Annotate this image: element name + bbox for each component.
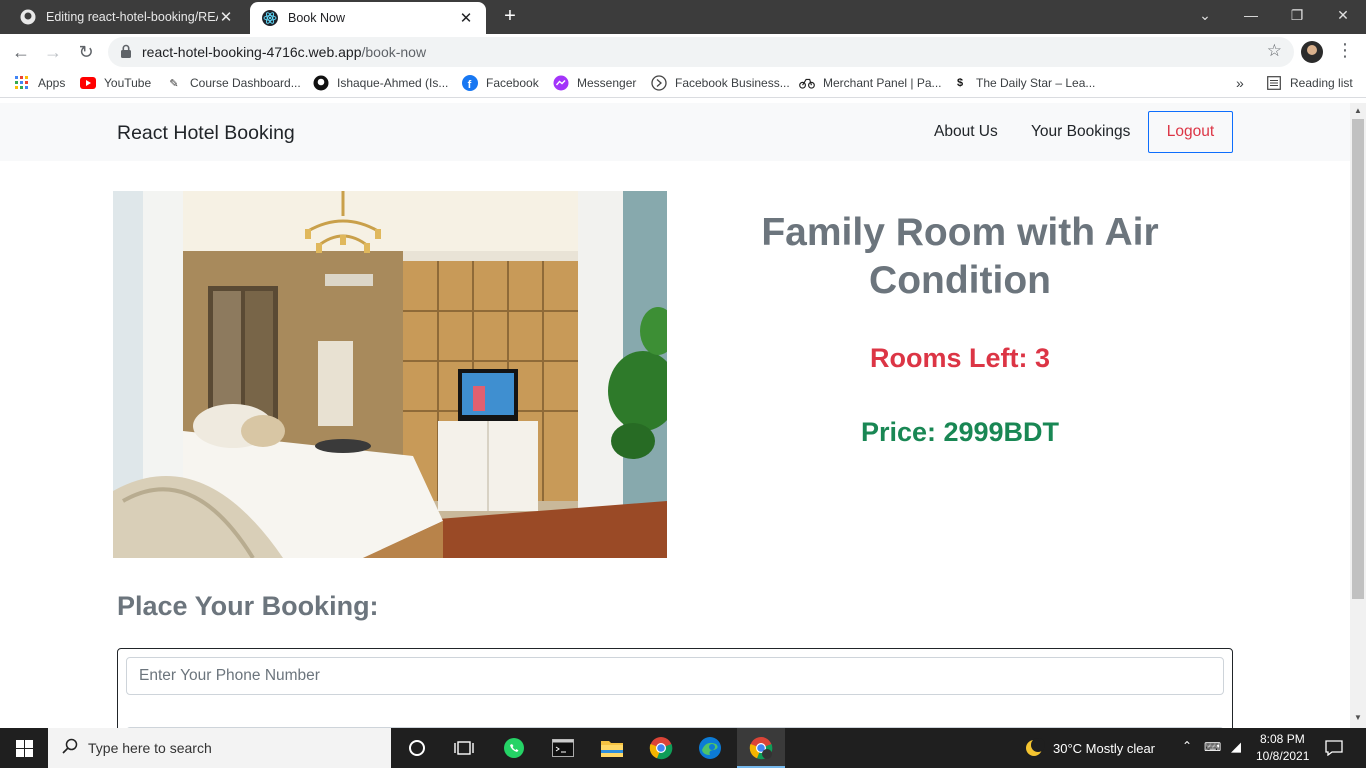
bookmarks-bar: Apps YouTube ✎ Course Dashboard... Ishaq… — [0, 70, 1366, 98]
scroll-down-icon[interactable]: ▼ — [1354, 713, 1362, 722]
search-icon — [62, 738, 78, 758]
input-language-icon[interactable]: ⌨ — [1204, 740, 1221, 754]
url-path: /book-now — [361, 44, 427, 60]
file-explorer-icon[interactable] — [598, 734, 626, 762]
menu-kebab-icon[interactable]: ⋮ — [1336, 40, 1354, 61]
bookmark-facebook[interactable]: f Facebook — [462, 75, 539, 91]
new-tab-button[interactable]: + — [498, 5, 522, 29]
reading-list-button[interactable]: Reading list — [1266, 75, 1353, 91]
task-view-icon[interactable] — [450, 734, 478, 762]
room-title: Family Room with Air Condition — [761, 211, 1159, 302]
messenger-icon — [553, 75, 569, 91]
bookmark-label: Messenger — [577, 76, 637, 90]
scroll-up-icon[interactable]: ▲ — [1354, 106, 1362, 115]
page-scrollbar[interactable]: ▲ ▼ — [1350, 103, 1366, 728]
dailystar-icon: $ — [956, 77, 964, 89]
bookmark-label: Ishaque-Ahmed (Is... — [337, 76, 449, 90]
reload-icon[interactable]: ↻ — [74, 40, 98, 64]
bookmark-facebook-business[interactable]: Facebook Business... — [651, 75, 790, 91]
course-icon: ✎ — [169, 77, 179, 90]
tab-search-icon[interactable]: ⌄ — [1182, 0, 1228, 30]
room-price: Price: 2999BDT — [860, 417, 1060, 447]
room-photo — [113, 191, 667, 558]
chrome-icon[interactable] — [647, 734, 675, 762]
bookmark-label: The Daily Star – Lea... — [976, 76, 1096, 90]
more-bookmarks-icon[interactable]: » — [1236, 75, 1244, 91]
url-host: react-hotel-booking-4716c.web.app — [142, 44, 362, 60]
logout-button[interactable]: Logout — [1148, 111, 1233, 153]
taskbar-search[interactable]: Type here to search — [48, 728, 391, 768]
browser-tab-strip: Editing react-hotel-booking/REA ✕ Book N… — [0, 0, 1366, 34]
rooms-left: Rooms Left: 3 — [869, 343, 1050, 373]
wifi-icon[interactable]: ◢ — [1231, 739, 1241, 755]
weather-text[interactable]: 30°C Mostly clear — [1053, 741, 1155, 756]
minimize-button[interactable]: — — [1228, 0, 1274, 30]
github-icon — [313, 75, 329, 91]
github-icon — [20, 9, 36, 25]
booking-form — [117, 648, 1233, 728]
facebook-icon: f — [462, 75, 478, 91]
bookmark-youtube[interactable]: YouTube — [80, 75, 151, 91]
reading-list-label: Reading list — [1290, 76, 1353, 90]
bookmark-label: Facebook — [486, 76, 539, 90]
bookmark-label: Facebook Business... — [675, 76, 790, 90]
whatsapp-icon[interactable] — [500, 734, 528, 762]
close-window-button[interactable]: ✕ — [1320, 0, 1366, 30]
terminal-icon[interactable] — [549, 734, 577, 762]
tab-title: Editing react-hotel-booking/REA — [46, 10, 218, 24]
bookmark-label: YouTube — [104, 76, 152, 90]
taskbar-search-placeholder: Type here to search — [88, 740, 212, 756]
tab-book-now[interactable]: Book Now ✕ — [250, 2, 486, 34]
cortana-icon[interactable] — [403, 734, 431, 762]
bookmark-apps[interactable]: Apps — [14, 75, 65, 91]
site-navbar: React Hotel Booking About Us Your Bookin… — [0, 103, 1350, 161]
clock-date[interactable]: 10/8/2021 — [1256, 749, 1309, 763]
booking-heading: Place Your Booking: — [117, 591, 379, 621]
tab-editing-repo[interactable]: Editing react-hotel-booking/REA ✕ — [8, 0, 246, 34]
chrome-profile-task[interactable] — [737, 728, 785, 768]
bookmark-label: Merchant Panel | Pa... — [823, 76, 942, 90]
more-bookmarks-label: » — [1236, 75, 1244, 91]
page-viewport: React Hotel Booking About Us Your Bookin… — [0, 103, 1350, 728]
react-icon — [262, 10, 278, 26]
bike-icon — [799, 75, 815, 91]
windows-taskbar: Type here to search 30°C Mostly clear ⌃ … — [0, 728, 1366, 768]
bookmark-label: Apps — [38, 76, 66, 90]
browser-toolbar: ← → ↻ react-hotel-booking-4716c.web.app/… — [0, 34, 1366, 70]
svg-text:f: f — [468, 79, 472, 91]
youtube-icon — [80, 75, 96, 91]
nav-about-us[interactable]: About Us — [934, 123, 998, 141]
profile-avatar[interactable] — [1301, 41, 1323, 63]
weather-moon-icon[interactable] — [1020, 734, 1048, 762]
bookmark-github[interactable]: Ishaque-Ahmed (Is... — [313, 75, 448, 91]
bookmark-messenger[interactable]: Messenger — [553, 75, 636, 91]
lock-icon — [120, 44, 132, 63]
tab-title: Book Now — [288, 11, 345, 25]
chrome-profile-icon — [747, 734, 775, 762]
url-text: react-hotel-booking-4716c.web.app/book-n… — [142, 44, 426, 60]
phone-number-input[interactable] — [126, 657, 1224, 695]
clock-time[interactable]: 8:08 PM — [1260, 732, 1305, 746]
reading-list-icon — [1266, 75, 1282, 91]
business-icon — [651, 75, 667, 91]
scrollbar-thumb[interactable] — [1352, 119, 1364, 599]
close-icon[interactable]: ✕ — [458, 9, 474, 27]
edge-icon[interactable] — [696, 734, 724, 762]
restore-button[interactable]: ❐ — [1274, 0, 1320, 30]
address-bar[interactable]: react-hotel-booking-4716c.web.app/book-n… — [108, 37, 1294, 67]
bookmark-course-dashboard[interactable]: ✎ Course Dashboard... — [166, 75, 301, 91]
bookmark-label: Course Dashboard... — [190, 76, 301, 90]
forward-icon[interactable]: → — [41, 40, 65, 64]
apps-grid-icon — [14, 75, 30, 91]
tray-chevron-icon[interactable]: ⌃ — [1182, 739, 1192, 753]
nav-your-bookings[interactable]: Your Bookings — [1031, 123, 1130, 141]
bookmark-daily-star[interactable]: $ The Daily Star – Lea... — [952, 75, 1095, 91]
back-icon[interactable]: ← — [9, 40, 33, 64]
bookmark-star-icon[interactable]: ☆ — [1267, 41, 1282, 61]
notifications-icon[interactable] — [1320, 734, 1348, 762]
close-icon[interactable]: ✕ — [218, 8, 234, 26]
brand-link[interactable]: React Hotel Booking — [117, 122, 295, 145]
windows-start-icon[interactable] — [0, 728, 48, 768]
bookmark-merchant-panel[interactable]: Merchant Panel | Pa... — [799, 75, 942, 91]
